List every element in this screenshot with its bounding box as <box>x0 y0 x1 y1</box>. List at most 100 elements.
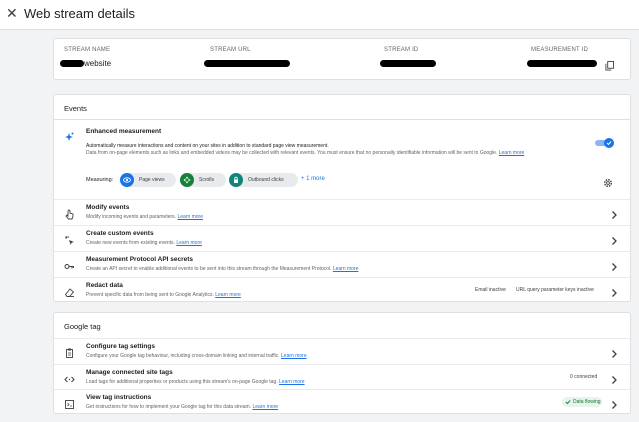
code-brackets-icon <box>64 372 75 383</box>
chevron-right-icon <box>610 346 618 358</box>
row-desc: Create new events from existing events. … <box>86 240 202 246</box>
status-text: Data flowing <box>573 399 601 405</box>
sparkle-icon <box>64 129 74 141</box>
eraser-icon <box>64 285 75 297</box>
row-title: Measurement Protocol API secrets <box>86 256 194 263</box>
row-manage-connected-site-tags[interactable]: Manage connected site tags Load tags for… <box>54 364 632 390</box>
enhanced-measurement-note: Data from on-page elements such as links… <box>86 150 524 156</box>
row-view-tag-instructions[interactable]: View tag instructions Get instructions f… <box>54 389 632 415</box>
divider <box>54 119 630 120</box>
top-bar: ✕ Web stream details <box>0 0 639 30</box>
desc-text: Get instructions for how to implement yo… <box>86 403 252 410</box>
enhanced-measurement-desc: Automatically measure interactions and c… <box>86 143 329 149</box>
check-icon <box>606 141 612 146</box>
measurement-id-label: MEASUREMENT ID <box>531 47 589 53</box>
row-redact-data[interactable]: Redact data Prevent specific data from b… <box>54 277 632 303</box>
desc-text: Configure your Google tag behaviour, inc… <box>86 352 280 359</box>
learn-more-link[interactable]: Learn more <box>279 379 305 385</box>
row-desc: Prevent specific data from being sent to… <box>86 292 241 298</box>
divider <box>54 389 632 390</box>
row-title: Modify events <box>86 204 130 211</box>
row-configure-tag-settings[interactable]: Configure tag settings Configure your Go… <box>54 338 632 364</box>
google-tag-section-title: Google tag <box>64 322 101 331</box>
key-icon <box>64 259 75 270</box>
stream-url-value <box>204 59 290 68</box>
note-text: Data from on-page elements such as links… <box>86 150 498 156</box>
desc-text: Modify incoming events and parameters. <box>86 213 177 220</box>
instructions-icon <box>64 397 75 409</box>
url-params-status: URL query parameter keys inactive <box>516 287 594 293</box>
row-modify-events[interactable]: Modify events Modify incoming events and… <box>54 199 632 225</box>
gear-icon[interactable] <box>603 175 613 187</box>
desc-text: Load tags for additional properties or p… <box>86 378 278 385</box>
learn-more-link[interactable]: Learn more <box>215 292 241 298</box>
redacted-block <box>380 60 436 68</box>
redacted-block <box>60 60 84 68</box>
close-icon[interactable]: ✕ <box>6 6 20 20</box>
row-title: View tag instructions <box>86 394 152 401</box>
chip-label: Scrolls <box>199 177 215 183</box>
stream-info-card: STREAM NAME website STREAM URL STREAM ID… <box>53 38 631 80</box>
row-measurement-protocol[interactable]: Measurement Protocol API secrets Create … <box>54 251 632 277</box>
row-desc: Load tags for additional properties or p… <box>86 379 305 385</box>
copy-icon[interactable] <box>605 58 614 71</box>
connected-count: 0 connected <box>570 374 598 380</box>
more-chips-link[interactable]: + 1 more <box>301 176 325 182</box>
learn-more-link[interactable]: Learn more <box>177 214 203 220</box>
chip-page-views[interactable]: Page views <box>120 173 176 187</box>
google-tag-card: Google tag Configure tag settings Config… <box>53 312 632 415</box>
row-title: Create custom events <box>86 230 154 237</box>
page-title: Web stream details <box>24 6 136 21</box>
divider <box>54 338 632 339</box>
events-section-title: Events <box>64 104 87 113</box>
learn-more-link[interactable]: Learn more <box>252 404 278 410</box>
chip-label: Page views <box>139 177 165 183</box>
learn-more-link[interactable]: Learn more <box>281 353 307 359</box>
chevron-right-icon <box>610 207 618 219</box>
learn-more-link[interactable]: Learn more <box>176 240 202 246</box>
stream-name-text: website <box>84 59 112 68</box>
tag-icon <box>64 346 75 358</box>
chip-outbound-clicks[interactable]: Outbound clicks <box>229 173 298 187</box>
divider <box>54 364 632 365</box>
stream-name-value: website <box>60 59 111 68</box>
email-status: Email inactive <box>475 287 506 293</box>
row-desc: Get instructions for how to implement yo… <box>86 404 278 410</box>
measurement-id-value <box>527 59 597 68</box>
divider <box>54 199 632 200</box>
scroll-arrows-icon <box>180 173 194 187</box>
stream-name-label: STREAM NAME <box>64 47 111 53</box>
chevron-right-icon <box>610 259 618 271</box>
lock-icon <box>229 173 243 187</box>
chip-scrolls[interactable]: Scrolls <box>180 173 226 187</box>
measuring-label: Measuring: <box>86 177 114 183</box>
data-flowing-badge: Data flowing <box>562 397 602 407</box>
divider <box>54 225 632 226</box>
divider <box>54 277 632 278</box>
desc-text: Prevent specific data from being sent to… <box>86 291 214 298</box>
row-title: Configure tag settings <box>86 343 155 350</box>
stream-url-label: STREAM URL <box>210 47 251 53</box>
events-card: Events Enhanced measurement Automaticall… <box>53 94 632 303</box>
row-desc: Configure your Google tag behaviour, inc… <box>86 353 307 359</box>
toggle-thumb <box>604 138 614 148</box>
redacted-block <box>527 60 597 68</box>
row-title: Redact data <box>86 282 123 289</box>
divider <box>54 251 632 252</box>
redacted-block <box>204 60 290 68</box>
chevron-right-icon <box>610 397 618 409</box>
row-desc: Create an API secret to enable additiona… <box>86 266 358 272</box>
chevron-right-icon <box>610 233 618 245</box>
learn-more-link[interactable]: Learn more <box>333 266 359 272</box>
enhanced-measurement-toggle[interactable] <box>595 138 614 148</box>
desc-text: Create new events from existing events. <box>86 239 175 246</box>
row-create-custom-events[interactable]: Create custom events Create new events f… <box>54 225 632 251</box>
row-desc: Modify incoming events and parameters. L… <box>86 214 203 220</box>
row-title: Manage connected site tags <box>86 369 173 376</box>
touch-hand-icon <box>64 207 75 220</box>
sparkle-click-icon <box>64 233 75 245</box>
learn-more-link[interactable]: Learn more <box>499 150 525 156</box>
chip-label: Outbound clicks <box>248 177 284 183</box>
chevron-right-icon <box>610 285 618 297</box>
stream-id-value <box>380 59 436 68</box>
